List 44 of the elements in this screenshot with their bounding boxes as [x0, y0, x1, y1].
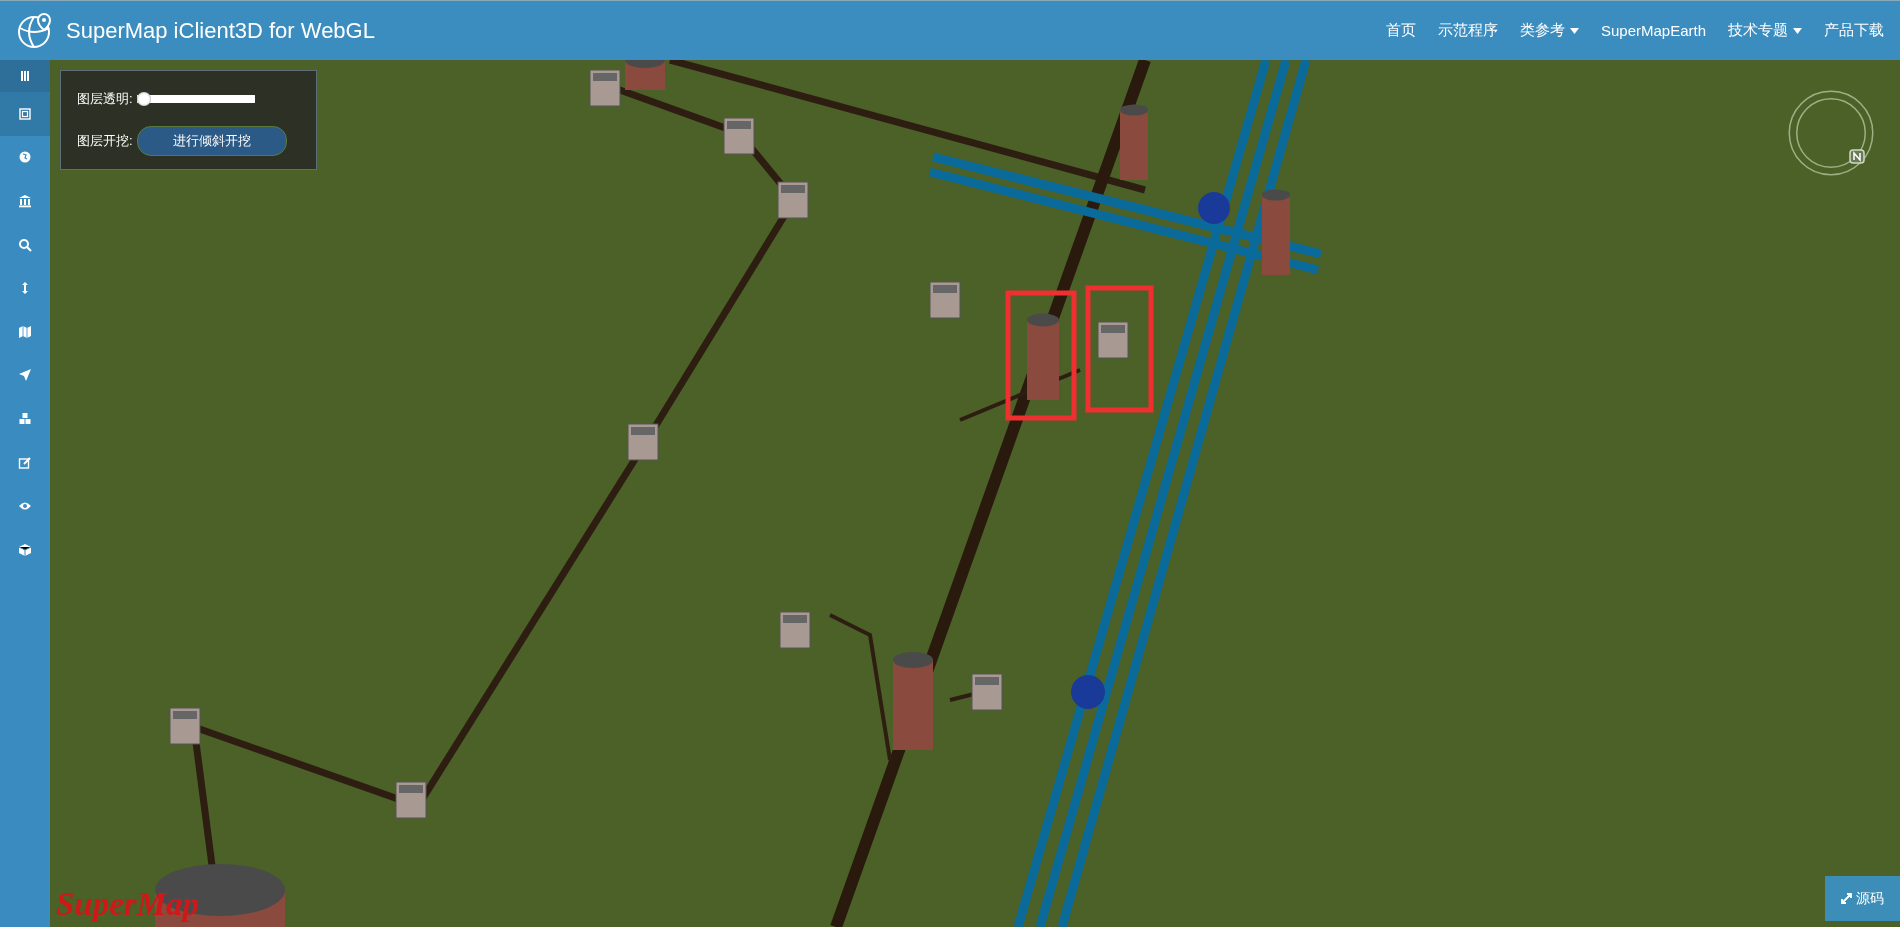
- cube-icon: [18, 542, 32, 557]
- valve: [1198, 192, 1230, 224]
- utility-box: [627, 423, 659, 461]
- field-label: 图层透明:: [77, 90, 133, 108]
- terrain-scene[interactable]: 图层透明: 图层开挖: 进行倾斜开挖 SuperMap 源码: [50, 60, 1900, 927]
- sidebar-button[interactable]: [0, 60, 50, 92]
- nav-link[interactable]: 技术专题: [1728, 21, 1802, 40]
- cubes-icon: [18, 411, 32, 426]
- utility-box: [1097, 321, 1129, 359]
- globe-pin-logo-icon: [16, 11, 54, 50]
- caret-icon: [1569, 27, 1579, 34]
- nav-link[interactable]: 产品下载: [1824, 21, 1884, 40]
- valve: [1071, 675, 1105, 709]
- caret-icon: [1793, 27, 1802, 34]
- sidebar-button[interactable]: [0, 92, 50, 136]
- utility-box: [971, 673, 1003, 711]
- utility-box: [395, 781, 427, 819]
- brand-logo: SuperMap: [56, 886, 200, 923]
- field-label: 图层开挖:: [77, 132, 133, 150]
- source-button[interactable]: 源码: [1825, 876, 1900, 921]
- excavate-button[interactable]: 进行倾斜开挖: [136, 126, 287, 156]
- nav-link[interactable]: 示范程序: [1437, 21, 1498, 40]
- slider-thumb[interactable]: [136, 92, 151, 106]
- opacity-slider[interactable]: [136, 92, 255, 106]
- utility-box: [779, 611, 811, 649]
- search-icon: [18, 237, 32, 252]
- expand-icon: [1841, 893, 1852, 904]
- utility-box: [169, 707, 201, 745]
- layers-icon: [18, 106, 32, 121]
- manhole-well: [625, 60, 665, 90]
- utility-box: [929, 281, 961, 319]
- menu-icon: [18, 69, 32, 83]
- utility-box: [777, 181, 809, 219]
- utility-box: [589, 69, 621, 107]
- nav-link[interactable]: 首页: [1385, 21, 1416, 40]
- nav-link[interactable]: SuperMapEarth: [1600, 22, 1706, 39]
- utility-box: [723, 117, 755, 155]
- map-icon: [18, 324, 32, 339]
- compass-icon[interactable]: [1786, 88, 1876, 178]
- bank-icon: [18, 194, 32, 208]
- nav-link[interactable]: 类参考: [1519, 21, 1579, 40]
- edit-icon: [18, 455, 32, 470]
- plane-icon: [18, 368, 32, 383]
- app-title: SuperMap iClient3D for WebGL: [66, 17, 375, 44]
